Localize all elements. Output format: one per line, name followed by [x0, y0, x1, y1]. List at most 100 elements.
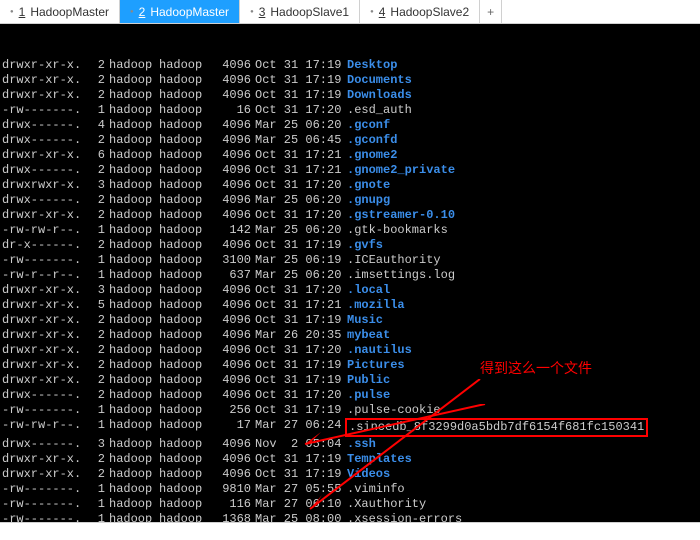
- col-size: 4096: [209, 358, 251, 373]
- col-links: 1: [87, 482, 105, 497]
- col-owner: hadoop: [109, 328, 159, 343]
- file-name: Desktop: [347, 58, 698, 73]
- col-group: hadoop: [159, 73, 209, 88]
- tab-label: HadoopMaster: [150, 5, 229, 19]
- col-links: 2: [87, 373, 105, 388]
- col-perms: drwxr-xr-x.: [2, 58, 87, 73]
- list-row: -rw-------.1hadoophadoop1368Mar 25 08:00…: [2, 512, 698, 522]
- col-perms: drwxr-xr-x.: [2, 467, 87, 482]
- col-size: 4096: [209, 118, 251, 133]
- col-perms: drwx------.: [2, 133, 87, 148]
- add-tab-button[interactable]: +: [480, 0, 502, 23]
- col-owner: hadoop: [109, 373, 159, 388]
- col-owner: hadoop: [109, 118, 159, 133]
- col-links: 1: [87, 103, 105, 118]
- col-size: 142: [209, 223, 251, 238]
- col-size: 17: [209, 418, 251, 437]
- col-date: Oct 31 17:19: [255, 373, 347, 388]
- col-size: 4096: [209, 283, 251, 298]
- col-perms: -rw-------.: [2, 103, 87, 118]
- list-row: drwx------.2hadoophadoop4096Oct 31 17:21…: [2, 163, 698, 178]
- annotation-text: 得到这么一个文件: [480, 361, 592, 376]
- col-links: 2: [87, 88, 105, 103]
- col-date: Oct 31 17:19: [255, 58, 347, 73]
- file-name: Downloads: [347, 88, 698, 103]
- col-owner: hadoop: [109, 388, 159, 403]
- col-size: 16: [209, 103, 251, 118]
- col-date: Mar 25 06:20: [255, 118, 347, 133]
- col-date: Mar 25 06:20: [255, 268, 347, 283]
- file-name: .ssh: [347, 437, 698, 452]
- terminal-output[interactable]: drwxr-xr-x.2hadoophadoop4096Oct 31 17:19…: [0, 24, 700, 522]
- col-date: Oct 31 17:20: [255, 343, 347, 358]
- list-row: -rw-rw-r--.1hadoophadoop17Mar 27 06:24 .…: [2, 418, 698, 437]
- file-name: .pulse-cookie: [347, 403, 698, 418]
- col-owner: hadoop: [109, 437, 159, 452]
- col-date: Oct 31 17:19: [255, 238, 347, 253]
- tab-2[interactable]: ●2HadoopMaster: [120, 0, 240, 23]
- file-name: .pulse: [347, 388, 698, 403]
- col-owner: hadoop: [109, 452, 159, 467]
- col-owner: hadoop: [109, 148, 159, 163]
- col-date: Oct 31 17:21: [255, 163, 347, 178]
- list-row: drwxr-xr-x.2hadoophadoop4096Mar 26 20:35…: [2, 328, 698, 343]
- file-name: .gvfs: [347, 238, 698, 253]
- col-owner: hadoop: [109, 358, 159, 373]
- col-date: Mar 27 06:24: [255, 418, 347, 437]
- col-owner: hadoop: [109, 418, 159, 437]
- col-size: 4096: [209, 298, 251, 313]
- col-perms: dr-x------.: [2, 238, 87, 253]
- col-owner: hadoop: [109, 482, 159, 497]
- list-row: drwxr-xr-x.2hadoophadoop4096Oct 31 17:19…: [2, 358, 698, 373]
- file-name: .mozilla: [347, 298, 698, 313]
- col-date: Oct 31 17:19: [255, 403, 347, 418]
- col-perms: drwxr-xr-x.: [2, 313, 87, 328]
- tab-label: HadoopSlave2: [390, 5, 469, 19]
- col-date: Mar 25 06:20: [255, 223, 347, 238]
- col-size: 3100: [209, 253, 251, 268]
- col-size: 4096: [209, 437, 251, 452]
- col-links: 1: [87, 253, 105, 268]
- file-name: .imsettings.log: [347, 268, 698, 283]
- col-group: hadoop: [159, 328, 209, 343]
- col-size: 4096: [209, 58, 251, 73]
- list-row: -rw-------.1hadoophadoop256Oct 31 17:19 …: [2, 403, 698, 418]
- col-owner: hadoop: [109, 238, 159, 253]
- col-group: hadoop: [159, 268, 209, 283]
- col-group: hadoop: [159, 452, 209, 467]
- col-links: 2: [87, 208, 105, 223]
- col-date: Oct 31 17:20: [255, 178, 347, 193]
- col-date: Oct 31 17:20: [255, 103, 347, 118]
- list-row: -rw-------.1hadoophadoop116Mar 27 06:10 …: [2, 497, 698, 512]
- col-perms: drwxr-xr-x.: [2, 452, 87, 467]
- file-name: mybeat: [347, 328, 698, 343]
- tab-1[interactable]: ●1HadoopMaster: [0, 0, 120, 23]
- col-owner: hadoop: [109, 103, 159, 118]
- col-size: 637: [209, 268, 251, 283]
- col-links: 2: [87, 238, 105, 253]
- tab-4[interactable]: ●4HadoopSlave2: [360, 0, 480, 23]
- tab-label: HadoopSlave1: [270, 5, 349, 19]
- col-group: hadoop: [159, 467, 209, 482]
- col-group: hadoop: [159, 163, 209, 178]
- col-group: hadoop: [159, 148, 209, 163]
- file-name: .Xauthority: [347, 497, 698, 512]
- col-date: Mar 27 05:55: [255, 482, 347, 497]
- col-owner: hadoop: [109, 223, 159, 238]
- tab-number: 1: [19, 5, 26, 19]
- list-row: drwxrwxr-x.3hadoophadoop4096Oct 31 17:20…: [2, 178, 698, 193]
- file-name: .gconf: [347, 118, 698, 133]
- list-row: -rw-------.1hadoophadoop9810Mar 27 05:55…: [2, 482, 698, 497]
- list-row: drwxr-xr-x.5hadoophadoop4096Oct 31 17:21…: [2, 298, 698, 313]
- col-links: 2: [87, 193, 105, 208]
- col-perms: -rw-------.: [2, 403, 87, 418]
- col-date: Mar 25 08:00: [255, 512, 347, 522]
- tab-3[interactable]: ●3HadoopSlave1: [240, 0, 360, 23]
- col-perms: drwx------.: [2, 163, 87, 178]
- file-name: .esd_auth: [347, 103, 698, 118]
- col-links: 1: [87, 268, 105, 283]
- col-links: 1: [87, 512, 105, 522]
- col-perms: drwx------.: [2, 437, 87, 452]
- list-row: drwxr-xr-x.2hadoophadoop4096Oct 31 17:19…: [2, 467, 698, 482]
- file-name: .gtk-bookmarks: [347, 223, 698, 238]
